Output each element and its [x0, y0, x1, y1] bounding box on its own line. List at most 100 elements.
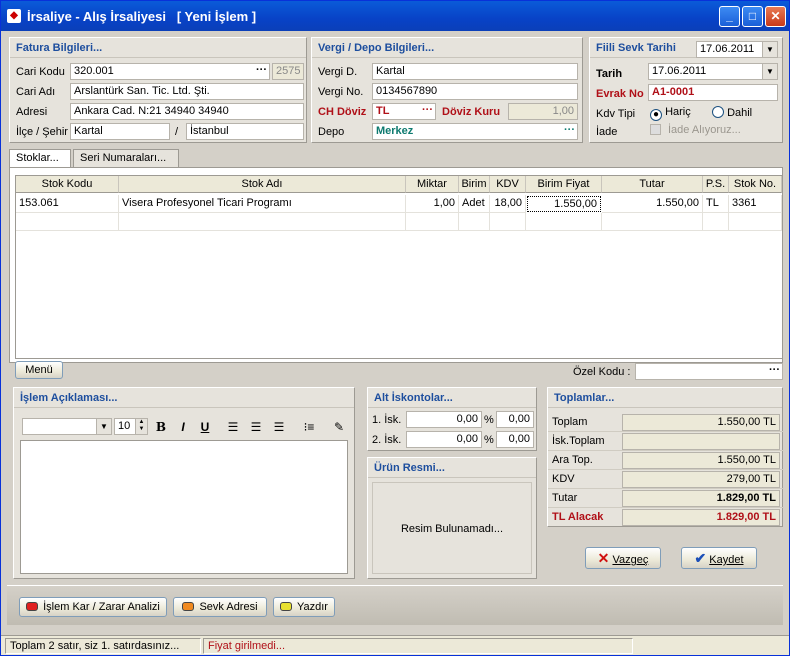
tab-seri-numaralari[interactable]: Seri Numaraları... [73, 149, 179, 167]
vergi-no-input[interactable]: 0134567890 [372, 83, 578, 100]
table-cell[interactable]: 153.061 [16, 195, 119, 213]
italic-icon[interactable]: I [174, 418, 192, 436]
aciklama-panel: İşlem Açıklaması... ▼ 10 ▲ ▼ B I U ☰ ☰ ☰ ⁝… [13, 387, 355, 579]
evrak-input[interactable]: A1-0001 [648, 84, 778, 101]
table-cell-active[interactable]: 1.550,00 [527, 196, 601, 212]
fatura-header: Fatura Bilgileri... [10, 38, 306, 58]
chevron-down-icon[interactable]: ▼ [96, 419, 111, 434]
depo-input[interactable]: Merkez ··· [372, 123, 578, 140]
sehir-input[interactable]: İstanbul [186, 123, 304, 140]
table-cell[interactable] [406, 213, 459, 231]
col-birim-fiyat[interactable]: Birim Fiyat [526, 176, 602, 193]
toplamlar-panel: Toplamlar... Toplam 1.550,00 TL İsk.Topla… [547, 387, 784, 527]
aciklama-header: İşlem Açıklaması... [14, 388, 354, 408]
align-center-icon[interactable]: ☰ [247, 418, 265, 436]
isk1-val-input[interactable]: 0,00 [496, 411, 534, 428]
vazgec-button[interactable]: ✕ Vazgeç [585, 547, 661, 569]
vergi-d-input[interactable]: Kartal [372, 63, 578, 80]
vergi-d-label: Vergi D. [318, 66, 358, 78]
col-stok-adi[interactable]: Stok Adı [119, 176, 406, 193]
toplamlar-header: Toplamlar... [548, 388, 782, 408]
cari-lookup-icon[interactable]: ··· [256, 64, 267, 76]
resim-panel: Ürün Resmi... Resim Bulunamadı... [367, 457, 537, 579]
resim-image-area: Resim Bulunamadı... [372, 482, 532, 574]
menu-button[interactable]: Menü [15, 361, 63, 379]
cari-adi-label: Cari Adı [16, 86, 56, 98]
toplam-row: Toplam 1.550,00 TL [548, 413, 784, 432]
isk1-label: 1. İsk. [372, 414, 402, 426]
align-right-icon[interactable]: ☰ [270, 418, 288, 436]
dahil-radio[interactable]: Dahil [712, 106, 752, 119]
table-cell[interactable]: 18,00 [490, 195, 526, 213]
iskonto-panel: Alt İskontolar... 1. İsk. 0,00 % 0,00 2.… [367, 387, 537, 451]
status-right: Fiyat girilmedi... [203, 638, 633, 654]
haric-radio[interactable]: ● Hariç [650, 106, 691, 121]
col-stok-kodu[interactable]: Stok Kodu [16, 176, 119, 193]
tab-stoklar[interactable]: Stoklar... [9, 149, 71, 168]
table-cell[interactable] [526, 213, 602, 231]
chevron-down-icon[interactable]: ▼ [762, 64, 777, 79]
aciklama-textarea[interactable] [20, 440, 348, 574]
table-cell[interactable]: 3361 [729, 195, 782, 213]
resim-empty-text: Resim Bulunamadı... [400, 523, 504, 535]
table-cell[interactable] [602, 213, 703, 231]
table-cell[interactable] [16, 213, 119, 231]
depo-lookup-icon[interactable]: ··· [564, 124, 575, 136]
iade-checkbox[interactable]: İade Alıyoruz... [650, 124, 741, 136]
underline-icon[interactable]: U [196, 418, 214, 436]
col-miktar[interactable]: Miktar [406, 176, 459, 193]
ch-doviz-input[interactable]: TL ··· [372, 103, 436, 120]
orange-tag-icon [182, 602, 195, 611]
cari-adi-input[interactable]: Arslantürk San. Tic. Ltd. Şti. [70, 83, 304, 100]
chevron-down-icon[interactable]: ▼ [762, 42, 777, 57]
col-ps[interactable]: P.S. [703, 176, 729, 193]
evrak-label: Evrak No [596, 88, 644, 100]
doviz-lookup-icon[interactable]: ··· [422, 104, 433, 116]
bullet-list-icon[interactable]: ⁝≡ [300, 418, 318, 436]
close-button[interactable]: ✕ [765, 6, 786, 27]
font-size-spinner[interactable]: 10 ▲ ▼ [114, 418, 148, 435]
status-bar: Toplam 2 satır, siz 1. satırdasınız... F… [1, 635, 789, 655]
font-family-select[interactable]: ▼ [22, 418, 112, 435]
align-left-icon[interactable]: ☰ [224, 418, 242, 436]
sevk-adresi-button[interactable]: Sevk Adresi [173, 597, 267, 617]
table-cell[interactable]: 1,00 [406, 195, 459, 213]
table-cell[interactable]: 1.550,00 [602, 195, 703, 213]
isk2-pct-input[interactable]: 0,00 [406, 431, 482, 448]
ozel-kodu-input[interactable]: ··· [635, 363, 783, 380]
maximize-button[interactable]: □ [742, 6, 763, 27]
yazdir-button[interactable]: Yazdır [273, 597, 335, 617]
table-cell[interactable]: Adet [459, 195, 490, 213]
tarih-input[interactable]: 17.06.2011 ▼ [648, 63, 778, 80]
col-tutar[interactable]: Tutar [602, 176, 703, 193]
col-stok-no[interactable]: Stok No. [729, 176, 782, 193]
table-cell[interactable] [703, 213, 729, 231]
ilce-input[interactable]: Kartal [70, 123, 170, 140]
kaydet-button[interactable]: ✔ Kaydet [681, 547, 757, 569]
table-cell[interactable]: Visera Profesyonel Ticari Programı [119, 195, 406, 213]
fatura-panel: Fatura Bilgileri... Cari Kodu 320.001 ···… [9, 37, 307, 143]
table-cell[interactable] [729, 213, 782, 231]
stok-grid[interactable]: Stok Kodu Stok Adı Miktar Birim KDV Biri… [15, 175, 783, 359]
text-color-icon[interactable]: ✎ [330, 418, 348, 436]
table-cell[interactable]: TL [703, 195, 729, 213]
table-cell[interactable] [459, 213, 490, 231]
ozel-kodu-label: Özel Kodu : [573, 366, 631, 378]
fili-sevk-date[interactable]: 17.06.2011 ▼ [696, 41, 778, 58]
isk2-val-input[interactable]: 0,00 [496, 431, 534, 448]
table-cell[interactable] [119, 213, 406, 231]
window-title: İrsaliye - Alış İrsaliyesi [ Yeni İşlem … [27, 9, 257, 24]
adresi-input[interactable]: Ankara Cad. N:21 34940 34940 [70, 103, 304, 120]
col-kdv[interactable]: KDV [490, 176, 526, 193]
kar-zarar-button[interactable]: İşlem Kar / Zarar Analizi [19, 597, 167, 617]
isk1-pct-input[interactable]: 0,00 [406, 411, 482, 428]
table-cell[interactable] [490, 213, 526, 231]
ilce-separator: / [175, 126, 179, 138]
ozel-kodu-lookup-icon[interactable]: ··· [769, 364, 780, 376]
title-bar[interactable]: ◆ İrsaliye - Alış İrsaliyesi [ Yeni İşle… [1, 1, 789, 31]
bold-icon[interactable]: B [152, 418, 170, 436]
col-birim[interactable]: Birim [459, 176, 490, 193]
window: ◆ İrsaliye - Alış İrsaliyesi [ Yeni İşle… [0, 0, 790, 656]
cari-kodu-input[interactable]: 320.001 ··· [70, 63, 270, 80]
minimize-button[interactable]: _ [719, 6, 740, 27]
